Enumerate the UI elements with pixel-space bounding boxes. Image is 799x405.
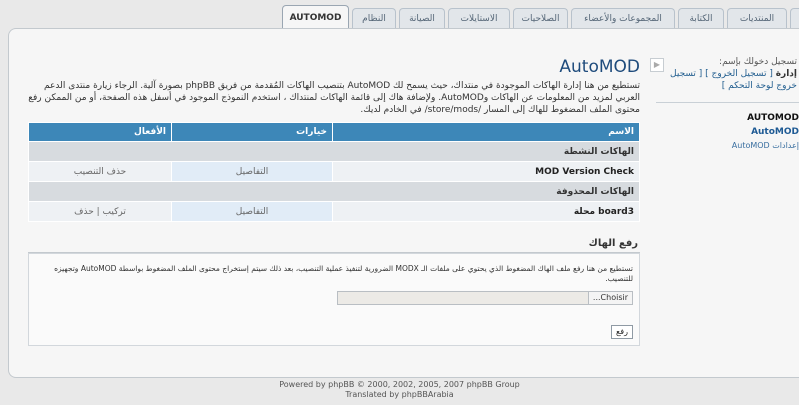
install-delete-links[interactable]: تركيب | حذف [28,201,172,222]
username: إدارة [775,69,797,79]
sidebar-section-title: AUTOMOD [747,113,799,123]
logged-in-label: تسجيل دخولك بإسم: [719,57,797,67]
footer: Powered by phpBB © 2000, 2002, 2005, 200… [0,380,799,400]
header-actions: الأفعال [28,122,172,142]
tab-users-groups[interactable]: المجموعات والأعضاء [571,8,675,28]
section-uninstalled: الهاكات المحذوفة [28,181,640,202]
sidebar: ▶ تسجيل دخولك بإسم: إدارة [ تسجيل الخروج… [650,56,799,152]
upload-submit-button[interactable]: رفع [611,325,633,339]
choose-file-button[interactable]: Choisir... [587,292,632,304]
sidebar-item-automod[interactable]: AutoMOD [656,125,799,139]
header-options: خيارات [171,122,333,142]
uninstall-link[interactable]: حذف التنصيب [28,161,172,182]
mod-name: MOD Version Check [332,161,640,182]
file-input[interactable]: Choisir... [337,291,633,305]
upload-box: تستطيع من هنا رفع ملف الهاك المضغوط الذي… [28,253,640,346]
sidebar-item-automod-settings[interactable]: إعدادات AutoMOD [656,139,799,152]
tab-overflow[interactable] [790,8,799,28]
logout-link[interactable]: [ تسجيل الخروج ] [705,69,773,79]
header-name: الاسم [332,122,640,142]
tab-permissions[interactable]: الصلاحيات [513,8,568,28]
details-link[interactable]: التفاصيل [171,161,333,182]
tab-maintenance[interactable]: الصيانة [399,8,445,28]
tab-styles[interactable]: الاستايلات [448,8,510,28]
table-header: الاسم خيارات الأفعال [28,122,640,142]
mod-name: board3 محلة [332,201,640,222]
logged-in-info: تسجيل دخولك بإسم: إدارة [ تسجيل الخروج ]… [656,56,799,92]
mods-table: الاسم خيارات الأفعال الهاكات النشطة MOD … [28,122,640,222]
main-content: AutoMOD تستطيع من هنا إدارة الهاكات المو… [28,56,640,222]
details-link[interactable]: التفاصيل [171,201,333,222]
tab-bar: AUTOMOD النظام الصيانة الاستايلات الصلاح… [0,5,799,30]
footer-translated: Translated by phpBBArabia [345,390,454,399]
table-row: MOD Version Check التفاصيل حذف التنصيب [28,161,640,182]
section-installed-label: الهاكات النشطة [28,141,640,162]
page-title: AutoMOD [559,57,640,77]
upload-title: رفع الهاك [28,238,640,253]
tab-system[interactable]: النظام [352,8,396,28]
upload-section: رفع الهاك تستطيع من هنا رفع ملف الهاك ال… [28,238,640,346]
section-installed: الهاكات النشطة [28,141,640,162]
tab-automod[interactable]: AUTOMOD [282,5,349,30]
tab-posting[interactable]: الكتابة [678,8,724,28]
upload-description: تستطيع من هنا رفع ملف الهاك المضغوط الذي… [54,264,633,283]
arrow-right-icon[interactable]: ▶ [650,58,664,72]
intro-text: تستطيع من هنا إدارة الهاكات الموجودة في … [28,81,640,115]
sidebar-divider [656,102,799,103]
tab-forums[interactable]: المنتديات [727,8,787,28]
table-row: board3 محلة التفاصيل تركيب | حذف [28,201,640,222]
footer-powered: Powered by phpBB © 2000, 2002, 2005, 200… [279,380,520,389]
section-uninstalled-label: الهاكات المحذوفة [28,181,640,202]
